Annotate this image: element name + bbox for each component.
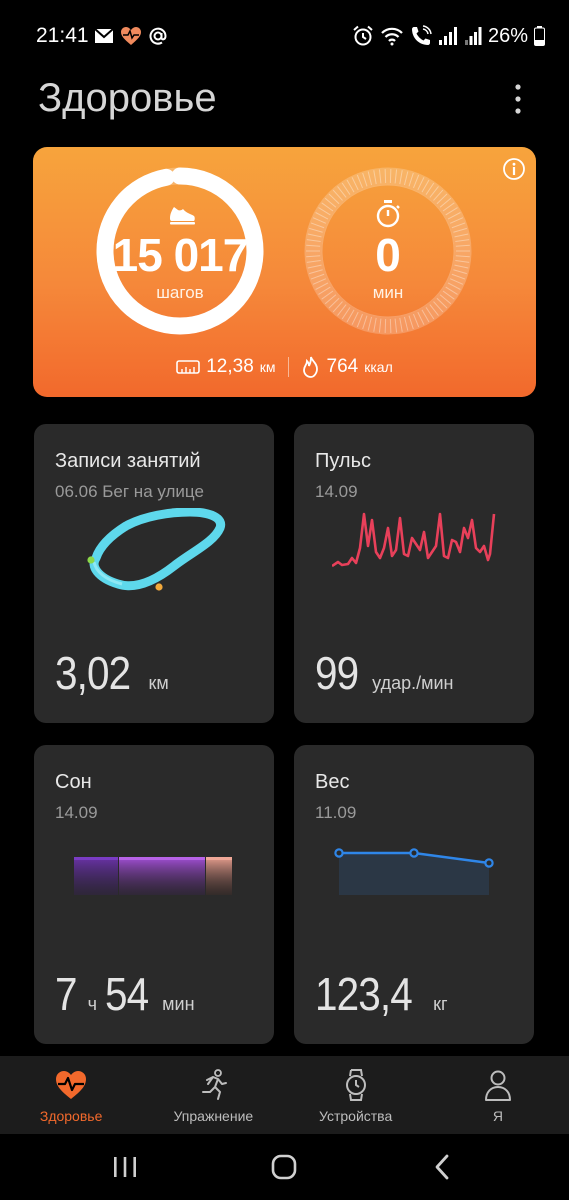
tile-title: Вес [315, 771, 350, 793]
more-options-icon[interactable] [506, 80, 530, 120]
back-icon[interactable] [428, 1152, 458, 1182]
system-navigation-bar [0, 1134, 569, 1200]
minutes-unit: мин [372, 283, 404, 302]
tile-title: Записи занятий [55, 450, 201, 472]
stats-divider [287, 357, 289, 377]
at-sign-icon [149, 27, 167, 45]
tile-subtitle: 11.09 [315, 803, 357, 822]
sleep-duration: 7 ч 54 мин [55, 967, 195, 1021]
battery-percent: 26% [487, 24, 528, 47]
heart-rate-value: 99 [315, 647, 359, 699]
nav-label: Я [492, 1108, 503, 1124]
weight-trend-graph [334, 848, 494, 895]
route-map-graphic [87, 508, 226, 591]
notification-icons [94, 24, 168, 48]
exercise-distance-unit: км [148, 673, 169, 693]
heart-rate-tile[interactable]: Пульс 14.09 99 удар./мин [294, 424, 534, 723]
recent-apps-icon[interactable] [110, 1152, 140, 1182]
alarm-icon [353, 25, 373, 46]
watch-icon [345, 1069, 366, 1101]
distance-stat: 12,38 км [176, 356, 276, 378]
distance-value: 12,38 [206, 356, 254, 377]
calories-value: 764 [326, 356, 359, 377]
calories-unit: ккал [364, 359, 393, 375]
running-icon [202, 1069, 228, 1100]
signal-icon [438, 27, 457, 45]
ruler-icon [176, 360, 201, 374]
sleep-hours-value: 7 [55, 968, 78, 1020]
info-icon[interactable] [502, 157, 526, 181]
flame-icon [302, 356, 318, 378]
tile-subtitle: 06.06 Бег на улице [55, 482, 204, 501]
nav-label: Упражнение [173, 1108, 254, 1124]
activity-rings-card[interactable]: 15 017 шагов 0 мин 12,38 км 764 ккал [33, 147, 536, 397]
heart-rate-graph [332, 512, 496, 568]
bottom-navigation: Здоровье Упражнение Устройства Я [0, 1056, 569, 1134]
weight-point [334, 848, 344, 858]
mail-icon [94, 28, 114, 43]
distance-unit: км [259, 359, 276, 375]
exercise-distance-value: 3,02 [55, 647, 131, 699]
activity-stats: 12,38 км 764 ккал [33, 352, 536, 382]
shoe-icon [170, 207, 195, 225]
steps-unit: шагов [156, 283, 204, 302]
minutes-value: 0 [375, 229, 401, 281]
signal-icon-2 [464, 27, 482, 45]
sleep-hours-unit: ч [87, 994, 97, 1014]
battery-icon [534, 26, 545, 46]
status-bar: 21:41 26% [0, 0, 569, 72]
nav-label: Здоровье [39, 1108, 103, 1124]
tile-subtitle: 14.09 [55, 803, 98, 822]
tile-title: Сон [55, 771, 92, 793]
wifi-icon [381, 27, 403, 46]
exercise-distance: 3,02 км [55, 646, 169, 700]
nav-item-health[interactable]: Здоровье [0, 1056, 142, 1134]
steps-ring[interactable]: 15 017 шагов [95, 166, 265, 336]
weight-point [484, 858, 494, 868]
page-title: Здоровье [38, 76, 217, 120]
home-icon[interactable] [269, 1152, 299, 1182]
exercise-records-tile[interactable]: Записи занятий 06.06 Бег на улице 3,02 к… [34, 424, 274, 723]
tile-subtitle: 14.09 [315, 482, 358, 501]
nav-item-exercise[interactable]: Упражнение [142, 1056, 284, 1134]
system-status-icons: 26% [352, 24, 545, 48]
stopwatch-icon [376, 200, 400, 228]
sleep-minutes-unit: мин [162, 994, 195, 1014]
status-time: 21:41 [36, 24, 89, 47]
heart-rate-reading: 99 удар./мин [315, 646, 453, 700]
steps-value: 15 017 [112, 229, 249, 281]
tile-title: Пульс [315, 450, 372, 472]
sleep-minutes-value: 54 [104, 968, 149, 1020]
heart-rate-unit: удар./мин [372, 673, 454, 693]
wifi-call-icon [411, 25, 432, 45]
health-heart-icon [121, 27, 141, 45]
nav-item-devices[interactable]: Устройства [285, 1056, 427, 1134]
weight-reading: 123,4 кг [315, 967, 448, 1021]
weight-unit: кг [433, 994, 448, 1014]
weight-tile[interactable]: Вес 11.09 123,4 кг [294, 745, 534, 1044]
sleep-tile[interactable]: Сон 14.09 7 ч 54 мин [34, 745, 274, 1044]
weight-point [409, 848, 419, 858]
weight-value: 123,4 [315, 968, 413, 1020]
exercise-minutes-ring[interactable]: 0 мин [303, 166, 473, 336]
nav-label: Устройства [319, 1108, 393, 1124]
person-icon [484, 1070, 511, 1101]
sleep-stages-graph [74, 857, 232, 895]
heart-pulse-icon [56, 1071, 87, 1099]
calories-stat: 764 ккал [301, 356, 393, 378]
nav-item-me[interactable]: Я [427, 1056, 569, 1134]
